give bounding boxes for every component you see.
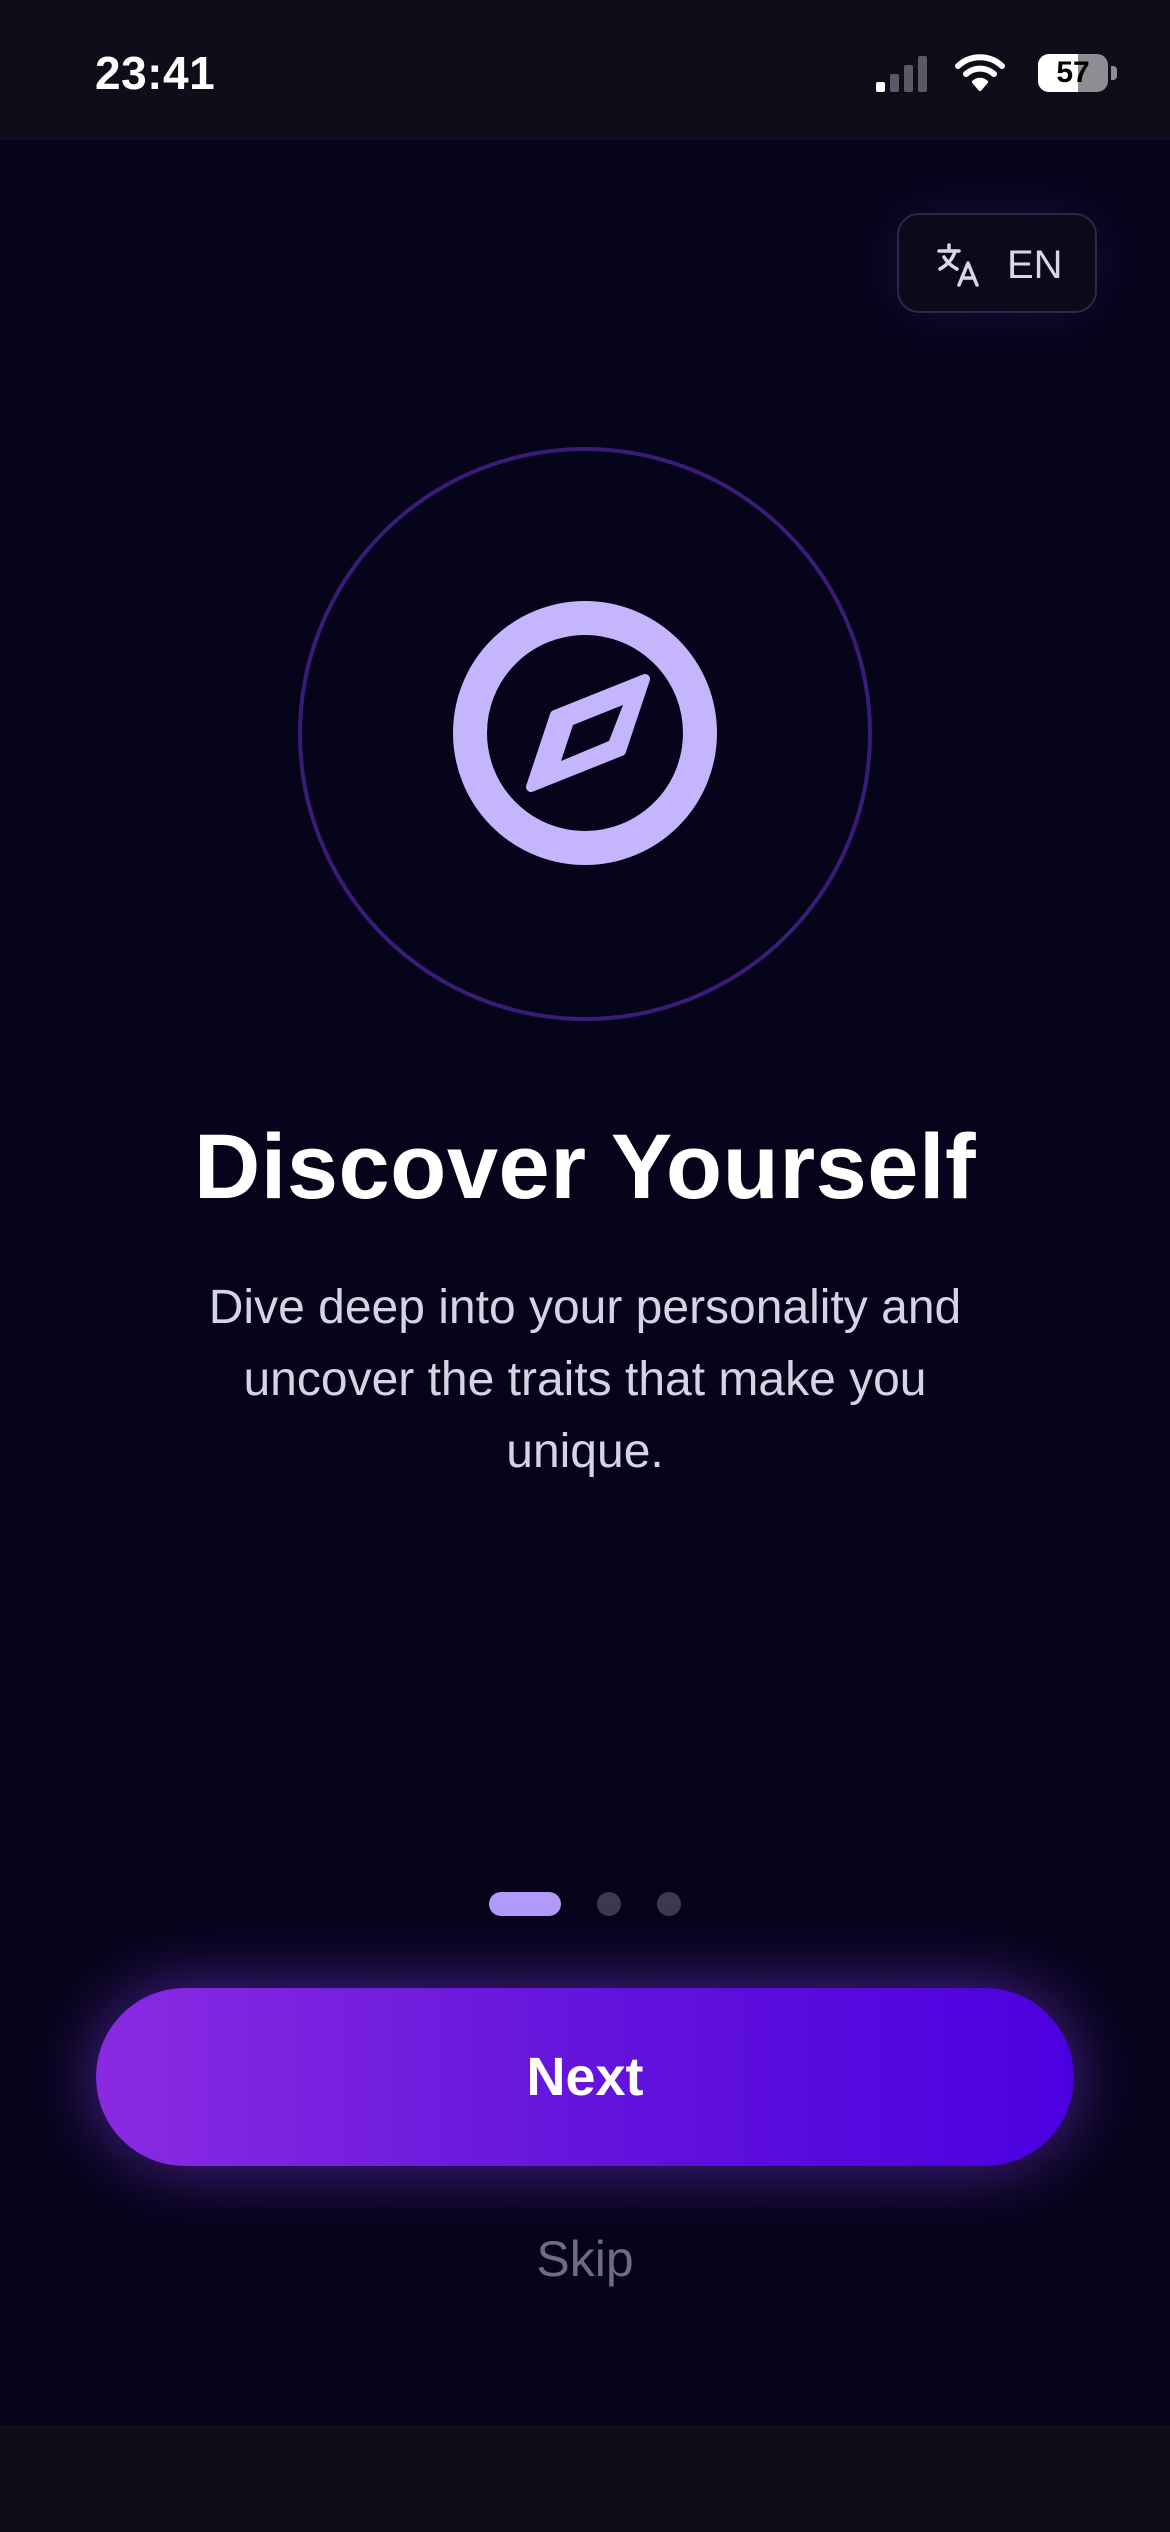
skip-button[interactable]: Skip xyxy=(0,2230,1170,2288)
battery-percentage: 57 xyxy=(1056,56,1090,89)
wifi-icon xyxy=(955,54,1005,91)
translate-icon xyxy=(937,243,979,287)
page-title: Discover Yourself xyxy=(193,1116,977,1218)
description-line: uncover the traits that make you xyxy=(243,1353,927,1406)
cellular-signal-icon xyxy=(876,56,927,92)
page-dot xyxy=(489,1892,561,1916)
language-selector-button[interactable]: EN xyxy=(897,213,1097,313)
page-indicator xyxy=(0,1890,1170,1916)
description-line: Dive deep into your personality and xyxy=(208,1281,962,1334)
page-dot xyxy=(657,1892,681,1916)
status-icons: 57 xyxy=(858,48,1118,98)
page-description: Dive deep into your personality and unco… xyxy=(145,1272,1025,1488)
next-button[interactable]: Next xyxy=(96,1988,1074,2166)
page-dot xyxy=(597,1892,621,1916)
compass-icon xyxy=(453,601,717,865)
language-label: EN xyxy=(1007,243,1063,287)
battery-icon: 57 xyxy=(1038,54,1118,92)
home-indicator-area xyxy=(0,2425,1170,2532)
status-time: 23:41 xyxy=(95,47,216,99)
description-line: unique. xyxy=(506,1425,664,1478)
status-bar: 23:41 57 xyxy=(0,0,1170,140)
